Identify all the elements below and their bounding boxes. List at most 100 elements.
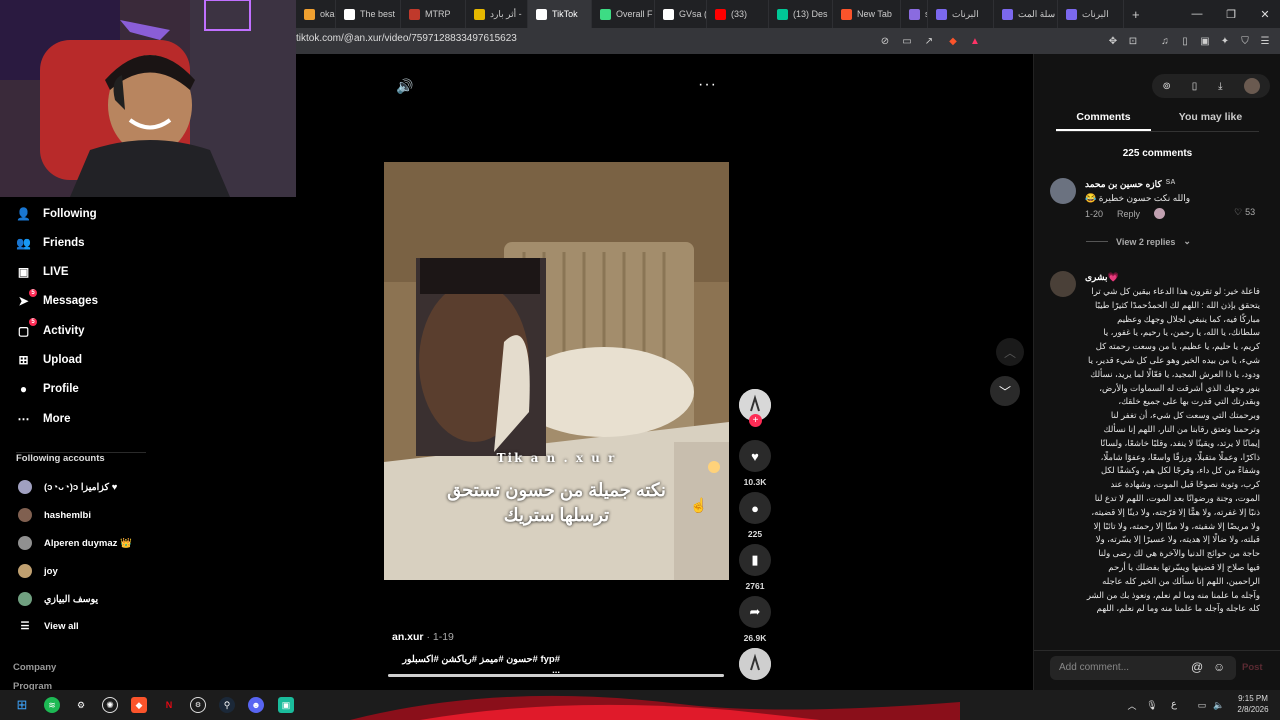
nav-item-live[interactable]: ▣ LIVE [16,265,69,280]
nav-item-activity[interactable]: ▢ 5 Activity [16,318,85,338]
browser-tab[interactable]: spe [901,0,928,28]
comment-author[interactable]: بشرى💗 [1085,272,1119,283]
download-icon[interactable]: ⤓ [1218,81,1222,92]
browser-tab[interactable]: Overall F [592,0,655,28]
nav-item-messages[interactable]: ➤ 5 Messages [16,288,98,309]
comment-input[interactable]: Add comment... @ ☺ [1050,656,1236,680]
emoji-icon[interactable]: ☺ [1213,660,1225,674]
cast-icon[interactable]: ▭ [900,34,914,48]
reply-button[interactable]: Reply [1117,209,1140,219]
clock[interactable]: 9:15 PM 2/8/2026 [1232,693,1274,715]
netflix-icon[interactable]: N [161,697,177,713]
browser-tab[interactable]: (33) [707,0,769,28]
comment-avatar[interactable] [1050,178,1076,204]
phone-icon[interactable]: ▯ [1192,81,1198,92]
puzzle-icon[interactable]: ✥ [1106,34,1120,48]
browser-tab[interactable]: okanTF [296,0,336,28]
previous-video-icon[interactable]: ︿ [996,338,1024,366]
share-icon[interactable]: ↗ [922,34,936,48]
brave-shield-icon[interactable]: ◆ [946,34,960,48]
leo-icon[interactable]: ✦ [1218,34,1232,48]
mention-icon[interactable]: @ [1191,660,1203,674]
volume-icon[interactable]: 🔊 [396,78,413,95]
comment-button[interactable]: ● [739,492,771,524]
browser-tab[interactable]: البرنات [1058,0,1124,28]
discord-icon[interactable]: ☻ [248,697,264,713]
account-avatar[interactable] [1243,78,1260,94]
steam-icon[interactable]: ⚲ [219,697,235,713]
browser-tab[interactable]: (13) Des [769,0,833,28]
tab-favicon-icon [777,8,788,20]
settings-gear-icon[interactable]: ⚙ [73,697,89,713]
comment-avatar[interactable] [1050,271,1076,297]
vpn-icon[interactable]: ⛉ [1238,34,1252,48]
screenshot-icon[interactable]: ⊡ [1126,34,1140,48]
browser-tab[interactable]: أثر بارد - [466,0,528,28]
browser-tab[interactable]: New Tab [833,0,901,28]
following-account[interactable]: joy [18,564,58,578]
minimize-icon[interactable]: — [1180,0,1214,28]
speaker-icon[interactable]: 🔈 [1211,697,1227,713]
nav-item-following[interactable]: 👤 Following [16,206,97,221]
brave-rewards-icon[interactable]: ▲ [968,34,982,48]
language-indicator[interactable]: ع [1171,699,1177,710]
brave-browser-icon[interactable]: ◆ [131,697,147,713]
browser-tab[interactable]: البرنات [928,0,994,28]
nav-item-profile[interactable]: ● Profile [16,382,79,397]
comment-icon: ● [751,500,759,516]
video-progress-track[interactable] [388,674,724,677]
microphone-icon[interactable]: 🎙 [1144,697,1160,713]
following-account[interactable]: يوسف البيازي [18,592,98,606]
footer-program-link[interactable]: Program [13,681,52,690]
network-icon[interactable]: ▭ [1194,697,1210,713]
close-window-icon[interactable]: ✕ [1248,0,1280,28]
following-account[interactable]: Alperen duymaz 👑 [18,536,132,550]
browser-tab[interactable]: TikTok [528,0,592,28]
xbox-app-icon[interactable]: ▣ [278,697,294,713]
wallet-icon[interactable]: ▣ [1198,34,1212,48]
footer-company-link[interactable]: Company [13,662,56,673]
obs-icon[interactable]: ⚙ [190,697,206,713]
tray-chevron-icon[interactable]: ︿ [1124,697,1140,713]
sidebar-toggle-icon[interactable]: ▯ [1178,34,1192,48]
new-tab-button[interactable]: + [1124,0,1146,28]
nav-item-upload[interactable]: ⊞ Upload [16,353,82,368]
follow-plus-icon[interactable]: + [749,414,762,427]
creator-liked-icon [1154,208,1166,219]
windows-start-icon[interactable]: ⊞ [14,697,30,713]
chevron-down-icon: ⌄ [1183,236,1191,246]
account-avatar [18,592,32,606]
embed-icon[interactable]: ⊚ [1162,81,1170,92]
extension-icon[interactable]: ⊘ [878,34,892,48]
comment-like[interactable]: ♡ 53 [1234,207,1255,218]
comment-author[interactable]: كازه حسين بن محمد [1085,179,1162,190]
view-all-link[interactable]: ☰ View all [18,621,79,632]
url-field[interactable]: tiktok.com/@an.xur/video/759712883349761… [296,33,517,44]
post-button[interactable]: Post [1242,662,1263,673]
following-account[interactable]: (ↄ◔ᴗ◔)ↄ كزاميزا ♥ [18,480,117,494]
video-player[interactable]: Tik a n . x u r نكته جميلة من حسون تستحق… [384,162,729,580]
browser-tab[interactable]: The best [336,0,401,28]
spotify-icon[interactable]: ≋ [44,697,60,713]
chatgpt-icon[interactable]: ✺ [102,697,118,713]
sound-disc[interactable] [739,648,771,680]
share-button[interactable]: ➦ [739,596,771,628]
music-icon[interactable]: ♫ [1158,34,1172,48]
video-hashtags[interactable]: #fyp #حسون #ميمز #رياكشن #اكسبلور ... [392,654,560,676]
save-button[interactable]: ▮ [739,544,771,576]
following-account[interactable]: hashemlbi [18,508,91,522]
menu-icon[interactable]: ☰ [1258,34,1272,48]
browser-tab[interactable]: GVsa (@ [655,0,707,28]
next-video-icon[interactable]: ﹀ [990,376,1020,406]
more-options-icon[interactable]: ··· [698,76,717,94]
like-button[interactable]: ♥ [739,440,771,472]
nav-item-friends[interactable]: 👥 Friends [16,235,85,250]
browser-tab[interactable]: MTRP [401,0,466,28]
browser-tab[interactable]: سلة المت [994,0,1058,28]
view-replies[interactable]: View 2 replies ⌄ [1086,236,1191,247]
tab-you-may-like[interactable]: You may like [1163,111,1258,123]
restore-icon[interactable]: ❐ [1214,0,1248,28]
video-author[interactable]: an.xur [392,631,424,643]
nav-item-more[interactable]: ⋯ More [16,411,71,426]
tab-comments[interactable]: Comments [1056,111,1151,123]
